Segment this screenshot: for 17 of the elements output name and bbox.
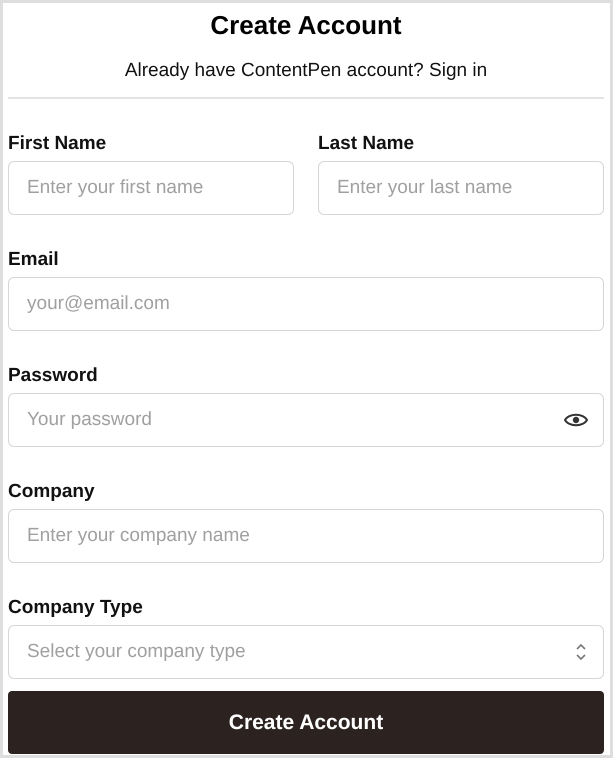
chevron-up-down-icon bbox=[575, 643, 587, 661]
input-field[interactable]: Your password bbox=[8, 393, 604, 447]
field-label: Email bbox=[8, 249, 60, 271]
eye-icon[interactable] bbox=[564, 412, 588, 428]
input-field[interactable]: Enter your first name bbox=[8, 161, 294, 215]
signin-prompt: Already have ContentPen account? Sign in bbox=[124, 59, 488, 83]
input-field[interactable]: Enter your last name bbox=[318, 161, 604, 215]
field-label: Company Type bbox=[8, 597, 144, 619]
field-label: Last Name bbox=[318, 133, 416, 155]
create-account-button[interactable]: Create Account bbox=[8, 691, 604, 754]
field-label: First Name bbox=[8, 133, 108, 155]
input-field[interactable]: Enter your company name bbox=[8, 509, 604, 563]
field-label: Company bbox=[8, 481, 96, 503]
signin-link[interactable]: Sign in bbox=[429, 60, 488, 81]
input-field[interactable]: your@email.com bbox=[8, 277, 604, 331]
field-label: Password bbox=[8, 365, 99, 387]
page-title: Create Account bbox=[209, 9, 403, 41]
